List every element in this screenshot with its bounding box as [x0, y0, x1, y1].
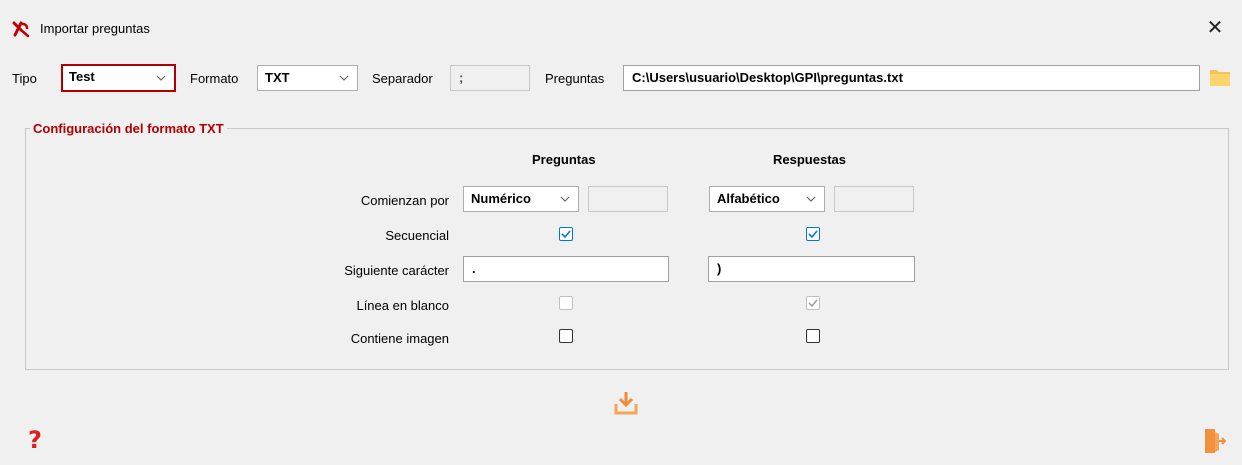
- chevron-down-icon: [560, 196, 570, 202]
- preguntas-siguiente-field[interactable]: .: [463, 256, 669, 282]
- title-bar: [0, 0, 1242, 56]
- help-icon[interactable]: ?: [28, 426, 42, 454]
- preguntas-comienzan-extra-field[interactable]: [588, 186, 668, 212]
- preguntas-imagen-checkbox[interactable]: [559, 329, 573, 343]
- checkmark-icon: [808, 230, 818, 239]
- tipo-select-value: Test: [69, 69, 95, 84]
- respuestas-comienzan-value: Alfabético: [717, 191, 780, 206]
- app-logo-icon: [12, 20, 30, 38]
- tipo-select[interactable]: Test: [61, 64, 176, 92]
- chevron-down-icon: [156, 75, 166, 81]
- download-icon[interactable]: [613, 390, 639, 416]
- config-group: [25, 128, 1229, 370]
- folder-icon[interactable]: [1209, 66, 1231, 88]
- linea-label: Línea en blanco: [356, 298, 449, 313]
- chevron-down-icon: [339, 75, 349, 81]
- preguntas-comienzan-select[interactable]: Numérico: [463, 186, 579, 212]
- separador-label: Separador: [372, 71, 433, 86]
- chevron-down-icon: [806, 196, 816, 202]
- close-icon[interactable]: ✕: [1205, 17, 1225, 37]
- tipo-label: Tipo: [12, 71, 37, 86]
- respuestas-column-header: Respuestas: [773, 152, 846, 167]
- checkmark-icon: [561, 230, 571, 239]
- config-group-title: Configuración del formato TXT: [30, 121, 227, 136]
- separador-field[interactable]: ;: [450, 65, 530, 91]
- respuestas-comienzan-select[interactable]: Alfabético: [709, 186, 825, 212]
- respuestas-siguiente-field[interactable]: ): [708, 256, 915, 282]
- preguntas-path-field[interactable]: C:\Users\usuario\Desktop\GPI\preguntas.t…: [623, 65, 1200, 91]
- respuestas-comienzan-extra-field[interactable]: [834, 186, 914, 212]
- respuestas-imagen-checkbox[interactable]: [806, 329, 820, 343]
- respuestas-linea-checkbox[interactable]: [806, 296, 820, 310]
- exit-icon[interactable]: [1204, 428, 1227, 454]
- checkmark-icon: [808, 299, 818, 308]
- imagen-label: Contiene imagen: [350, 331, 449, 346]
- preguntas-comienzan-value: Numérico: [471, 191, 531, 206]
- formato-select-value: TXT: [265, 70, 290, 85]
- preguntas-secuencial-checkbox[interactable]: [559, 227, 573, 241]
- preguntas-linea-checkbox[interactable]: [559, 296, 573, 310]
- formato-label: Formato: [190, 71, 239, 86]
- secuencial-label: Secuencial: [385, 228, 449, 243]
- preguntas-column-header: Preguntas: [532, 152, 596, 167]
- respuestas-secuencial-checkbox[interactable]: [806, 227, 820, 241]
- window-title: Importar preguntas: [40, 21, 150, 36]
- formato-select[interactable]: TXT: [257, 65, 358, 91]
- preguntas-path-label: Preguntas: [545, 71, 605, 86]
- siguiente-label: Siguiente carácter: [344, 263, 449, 278]
- comienzan-label: Comienzan por: [360, 193, 449, 208]
